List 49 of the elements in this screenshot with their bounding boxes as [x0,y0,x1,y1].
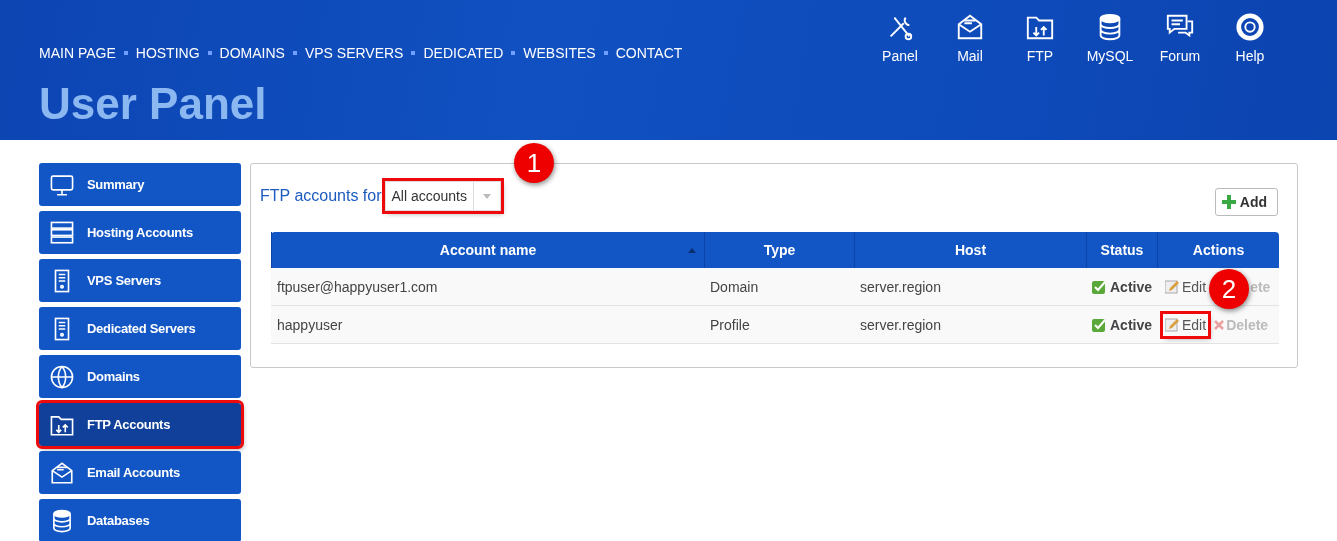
envelope-icon [955,12,985,42]
lifebuoy-icon [1235,12,1265,42]
nav-link[interactable]: VPS SERVERS [304,45,404,61]
nav-link[interactable]: CONTACT [615,45,683,61]
status-label: Active [1092,316,1153,333]
sidebar-item[interactable]: Email Accounts [39,451,241,494]
nav-link[interactable]: HOSTING [135,45,200,61]
caret-icon [483,193,491,199]
sidebar-item[interactable]: Domains [39,355,241,398]
nav-link[interactable]: DOMAINS [219,45,285,61]
callout-badge: 2 [1209,269,1249,309]
callout-badge: 1 [514,143,554,183]
table-cell-text: server.region [859,277,942,297]
checkbox-icon [1092,279,1106,294]
toolbar-link[interactable]: Panel [865,12,935,64]
toolbar-link[interactable]: Forum [1145,12,1215,64]
globe-icon [49,363,75,390]
toolbar-link[interactable]: Help [1215,12,1285,64]
nav-link[interactable]: DEDICATED [423,45,504,61]
account-dropdown[interactable]: All accounts [384,181,501,211]
sidebar-item[interactable]: Hosting Accounts [39,211,241,254]
sidebar-item[interactable]: Databases [39,499,241,541]
toolbar-link[interactable]: MySQL [1075,12,1145,64]
checkbox-icon [1092,317,1106,332]
add-button[interactable]: Add [1214,188,1278,216]
table-cell-text: Profile [709,315,751,335]
edit-link[interactable]: Edit [1163,313,1209,336]
sidebar-item[interactable]: VPS Servers [39,259,241,302]
status-label: Active [1092,278,1153,295]
nav-link[interactable]: WEBSITES [523,45,596,61]
edit-link[interactable]: Edit [1163,275,1209,298]
server-rack-icon [49,219,75,246]
pencil-icon [1165,317,1179,332]
page-title: User Panel [39,82,268,126]
sidebar-item[interactable]: Dedicated Servers [39,307,241,350]
nav-link[interactable]: MAIN PAGE [39,45,116,61]
filter-label: FTP accounts for [260,187,382,205]
sidebar-item[interactable]: Summary [39,163,241,206]
sort-icon [688,247,696,253]
table-cell-text: Domain [709,277,760,297]
toolbar-link[interactable]: FTP [1005,12,1075,64]
plus-icon [1221,195,1236,209]
table-cell-text: server.region [859,315,942,335]
pencil-icon [1165,279,1179,294]
close-icon [1214,319,1225,330]
sidebar-item[interactable]: FTP Accounts [39,403,241,446]
table-cell-text: happyuser [276,315,344,335]
table-cell-text: ftpuser@happyuser1.com [276,277,439,297]
toolbar-link[interactable]: Mail [935,12,1005,64]
